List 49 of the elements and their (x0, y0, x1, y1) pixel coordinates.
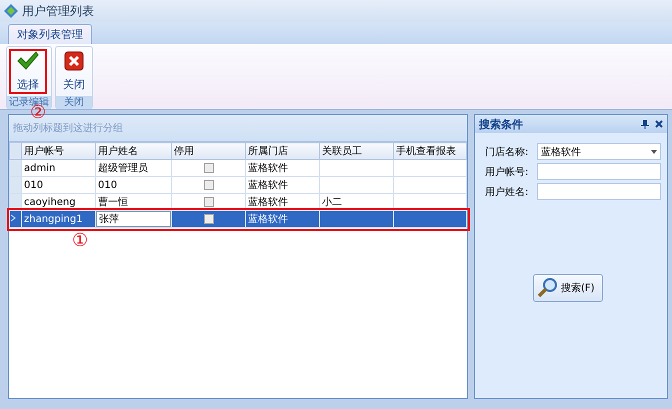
group-label: 关闭 (56, 96, 92, 109)
ribbon-tab[interactable]: 对象列表管理 (8, 24, 92, 44)
store-dropdown[interactable]: 蓝格软件 (537, 143, 661, 160)
panel-title: 搜索条件 (479, 116, 524, 132)
table-cell: admin (22, 160, 96, 176)
table-cell: 010 (98, 180, 118, 190)
table-cell: 蓝格软件 (246, 160, 320, 176)
field-label: 用户姓名: (485, 186, 530, 198)
magnifier-icon (537, 277, 559, 299)
field-label: 用户帐号: (485, 166, 530, 178)
window-title: 用户管理列表 (22, 2, 94, 20)
checkbox[interactable] (204, 180, 214, 190)
input-field[interactable] (537, 183, 661, 200)
annotation-number: ① (72, 232, 88, 250)
close-button[interactable]: 关闭 (58, 49, 90, 94)
column-header[interactable]: 用户帐号 (22, 142, 96, 160)
field-label: 门店名称: (485, 146, 530, 158)
table-cell: 蓝格软件 (246, 210, 320, 228)
close-icon (64, 51, 84, 71)
table-cell: 010 (22, 176, 96, 194)
table-row[interactable]: zhangping1 张萍 蓝格软件 (10, 210, 466, 228)
cell-editor[interactable]: 张萍 (96, 212, 170, 226)
table-row[interactable]: 010 010 蓝格软件 (10, 176, 466, 194)
diamond-logo-icon (4, 4, 18, 18)
input-field[interactable] (537, 163, 661, 180)
table-cell: zhangping1 (22, 210, 96, 228)
search-button[interactable]: 搜索(F) (533, 274, 603, 302)
check-icon (17, 51, 39, 71)
column-header[interactable]: 关联员工 (320, 142, 394, 160)
close-icon[interactable] (655, 120, 663, 128)
checkbox[interactable] (204, 214, 214, 224)
table-cell: 小二 (322, 197, 342, 208)
table-row[interactable]: admin 超级管理员 蓝格软件 (10, 160, 466, 176)
select-button[interactable]: 选择 (9, 49, 47, 94)
table-cell: 蓝格软件 (246, 176, 320, 194)
caret-icon[interactable] (651, 150, 657, 154)
table-cell: 超级管理员 (98, 163, 148, 174)
row-header (10, 176, 22, 194)
column-header[interactable]: 手机查看报表 (394, 142, 466, 160)
current-row-icon (10, 214, 16, 222)
row-header (10, 160, 22, 176)
column-header[interactable]: 用户姓名 (96, 142, 172, 160)
checkbox[interactable] (204, 163, 214, 173)
column-header[interactable]: 停用 (172, 142, 246, 160)
table-cell: 曹一恒 (98, 197, 128, 208)
checkbox[interactable] (204, 197, 214, 207)
pin-icon[interactable] (641, 120, 649, 128)
column-header[interactable]: 所属门店 (246, 142, 320, 160)
row-header (10, 142, 22, 160)
